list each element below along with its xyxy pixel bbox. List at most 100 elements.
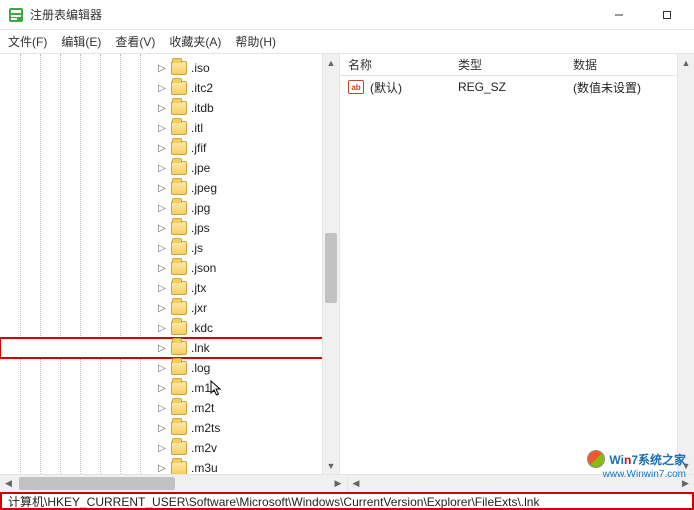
expander-icon[interactable]: ▷	[157, 343, 167, 353]
tree-item[interactable]: ▷.log	[0, 358, 339, 378]
horizontal-scrollbar-row: ◀ ▶ ◀ ▶	[0, 474, 694, 492]
folder-icon	[171, 381, 187, 395]
expander-icon[interactable]: ▷	[157, 183, 167, 193]
values-vertical-scrollbar[interactable]: ▲ ▼	[677, 54, 694, 474]
column-name[interactable]: 名称	[340, 56, 450, 73]
tree-item[interactable]: ▷.iso	[0, 58, 339, 78]
expander-icon[interactable]: ▷	[157, 203, 167, 213]
tree-item-label: .jps	[191, 221, 210, 235]
scroll-thumb[interactable]	[325, 233, 337, 302]
column-type[interactable]: 类型	[450, 56, 565, 73]
tree-item[interactable]: ▷.jpeg	[0, 178, 339, 198]
tree-item[interactable]: ▷.jfif	[0, 138, 339, 158]
scroll-track[interactable]	[365, 475, 678, 492]
expander-icon[interactable]: ▷	[157, 143, 167, 153]
expander-icon[interactable]: ▷	[157, 83, 167, 93]
expander-icon[interactable]: ▷	[157, 223, 167, 233]
values-pane[interactable]: 名称 类型 数据 ab(默认)REG_SZ(数值未设置) ▲ ▼	[340, 54, 694, 474]
maximize-button[interactable]	[652, 5, 682, 25]
tree-item[interactable]: ▷ .jps	[0, 218, 339, 238]
tree-item-label: .json	[191, 261, 216, 275]
scroll-left-button[interactable]: ◀	[348, 475, 365, 492]
tree-item-label: .itdb	[191, 101, 214, 115]
folder-icon	[171, 241, 187, 255]
folder-icon	[171, 361, 187, 375]
scroll-track[interactable]	[323, 71, 339, 457]
tree-item[interactable]: ▷.js	[0, 238, 339, 258]
expander-icon[interactable]: ▷	[157, 243, 167, 253]
menu-view[interactable]: 查看(V)	[115, 33, 155, 50]
expander-icon[interactable]: ▷	[157, 363, 167, 373]
folder-icon	[171, 81, 187, 95]
tree-item[interactable]: ▷ .itdb	[0, 98, 339, 118]
expander-icon[interactable]: ▷	[157, 383, 167, 393]
menubar: 文件(F) 编辑(E) 查看(V) 收藏夹(A) 帮助(H)	[0, 30, 694, 54]
tree-item-label: .m2t	[191, 401, 214, 415]
value-row[interactable]: ab(默认)REG_SZ(数值未设置)	[340, 76, 694, 98]
expander-icon[interactable]: ▷	[157, 403, 167, 413]
folder-icon	[171, 441, 187, 455]
folder-icon	[171, 341, 187, 355]
tree-item[interactable]: ▷ .m2ts	[0, 418, 339, 438]
tree-item[interactable]: ▷ .jtx	[0, 278, 339, 298]
tree-horizontal-scrollbar[interactable]: ◀ ▶	[0, 475, 347, 492]
tree-item[interactable]: ▷ .json	[0, 258, 339, 278]
folder-icon	[171, 121, 187, 135]
scroll-right-button[interactable]: ▶	[330, 475, 347, 492]
scroll-down-button[interactable]: ▼	[323, 457, 339, 474]
scroll-track[interactable]	[17, 475, 330, 492]
folder-icon	[171, 261, 187, 275]
tree-item[interactable]: ▷.itl	[0, 118, 339, 138]
scroll-thumb[interactable]	[19, 477, 175, 490]
window-controls	[604, 5, 686, 25]
tree-item[interactable]: ▷.jpg	[0, 198, 339, 218]
tree-item[interactable]: ▷ .kdc	[0, 318, 339, 338]
menu-favorites[interactable]: 收藏夹(A)	[169, 33, 221, 50]
tree-item[interactable]: ▷ .m3u	[0, 458, 339, 474]
scroll-left-button[interactable]: ◀	[0, 475, 17, 492]
tree-item[interactable]: ▷ .lnk	[0, 338, 339, 358]
tree-item[interactable]: ▷ .m2t	[0, 398, 339, 418]
expander-icon[interactable]: ▷	[157, 443, 167, 453]
scroll-up-button[interactable]: ▲	[678, 54, 694, 71]
expander-icon[interactable]: ▷	[157, 303, 167, 313]
menu-edit[interactable]: 编辑(E)	[61, 33, 101, 50]
tree-item-label: .jtx	[191, 281, 206, 295]
expander-icon[interactable]: ▷	[157, 283, 167, 293]
tree-item-label: .jpe	[191, 161, 210, 175]
scroll-track[interactable]	[678, 71, 694, 457]
menu-file[interactable]: 文件(F)	[8, 33, 47, 50]
value-name: ab(默认)	[340, 79, 450, 96]
tree-item-label: .lnk	[191, 341, 210, 355]
expander-icon[interactable]: ▷	[157, 263, 167, 273]
values-horizontal-scrollbar[interactable]: ◀ ▶	[348, 475, 694, 492]
tree-vertical-scrollbar[interactable]: ▲ ▼	[322, 54, 339, 474]
expander-icon[interactable]: ▷	[157, 423, 167, 433]
scroll-up-button[interactable]: ▲	[323, 54, 339, 71]
scroll-down-button[interactable]: ▼	[678, 457, 694, 474]
expander-icon[interactable]: ▷	[157, 163, 167, 173]
column-data[interactable]: 数据	[565, 56, 694, 73]
folder-icon	[171, 421, 187, 435]
expander-icon[interactable]: ▷	[157, 463, 167, 473]
scroll-right-button[interactable]: ▶	[677, 475, 694, 492]
status-path: 计算机\HKEY_CURRENT_USER\Software\Microsoft…	[8, 493, 539, 510]
expander-icon[interactable]: ▷	[157, 63, 167, 73]
expander-icon[interactable]: ▷	[157, 103, 167, 113]
folder-icon	[171, 181, 187, 195]
expander-icon[interactable]: ▷	[157, 123, 167, 133]
tree-item-label: .m3u	[191, 461, 218, 474]
tree-item-label: .kdc	[191, 321, 213, 335]
tree-item[interactable]: ▷ .jpe	[0, 158, 339, 178]
expander-icon[interactable]: ▷	[157, 323, 167, 333]
tree-item[interactable]: ▷.m2v	[0, 438, 339, 458]
folder-icon	[171, 141, 187, 155]
window-title: 注册表编辑器	[30, 6, 604, 23]
minimize-button[interactable]	[604, 5, 634, 25]
tree-item[interactable]: ▷.itc2	[0, 78, 339, 98]
tree-item-label: .m2ts	[191, 421, 220, 435]
tree-pane[interactable]: ▷.iso▷.itc2▷.itdb▷.itl▷.jfif▷.jpe▷.jpeg▷…	[0, 54, 340, 474]
tree-item[interactable]: ▷.jxr	[0, 298, 339, 318]
tree-item[interactable]: ▷.m1v	[0, 378, 339, 398]
menu-help[interactable]: 帮助(H)	[235, 33, 276, 50]
